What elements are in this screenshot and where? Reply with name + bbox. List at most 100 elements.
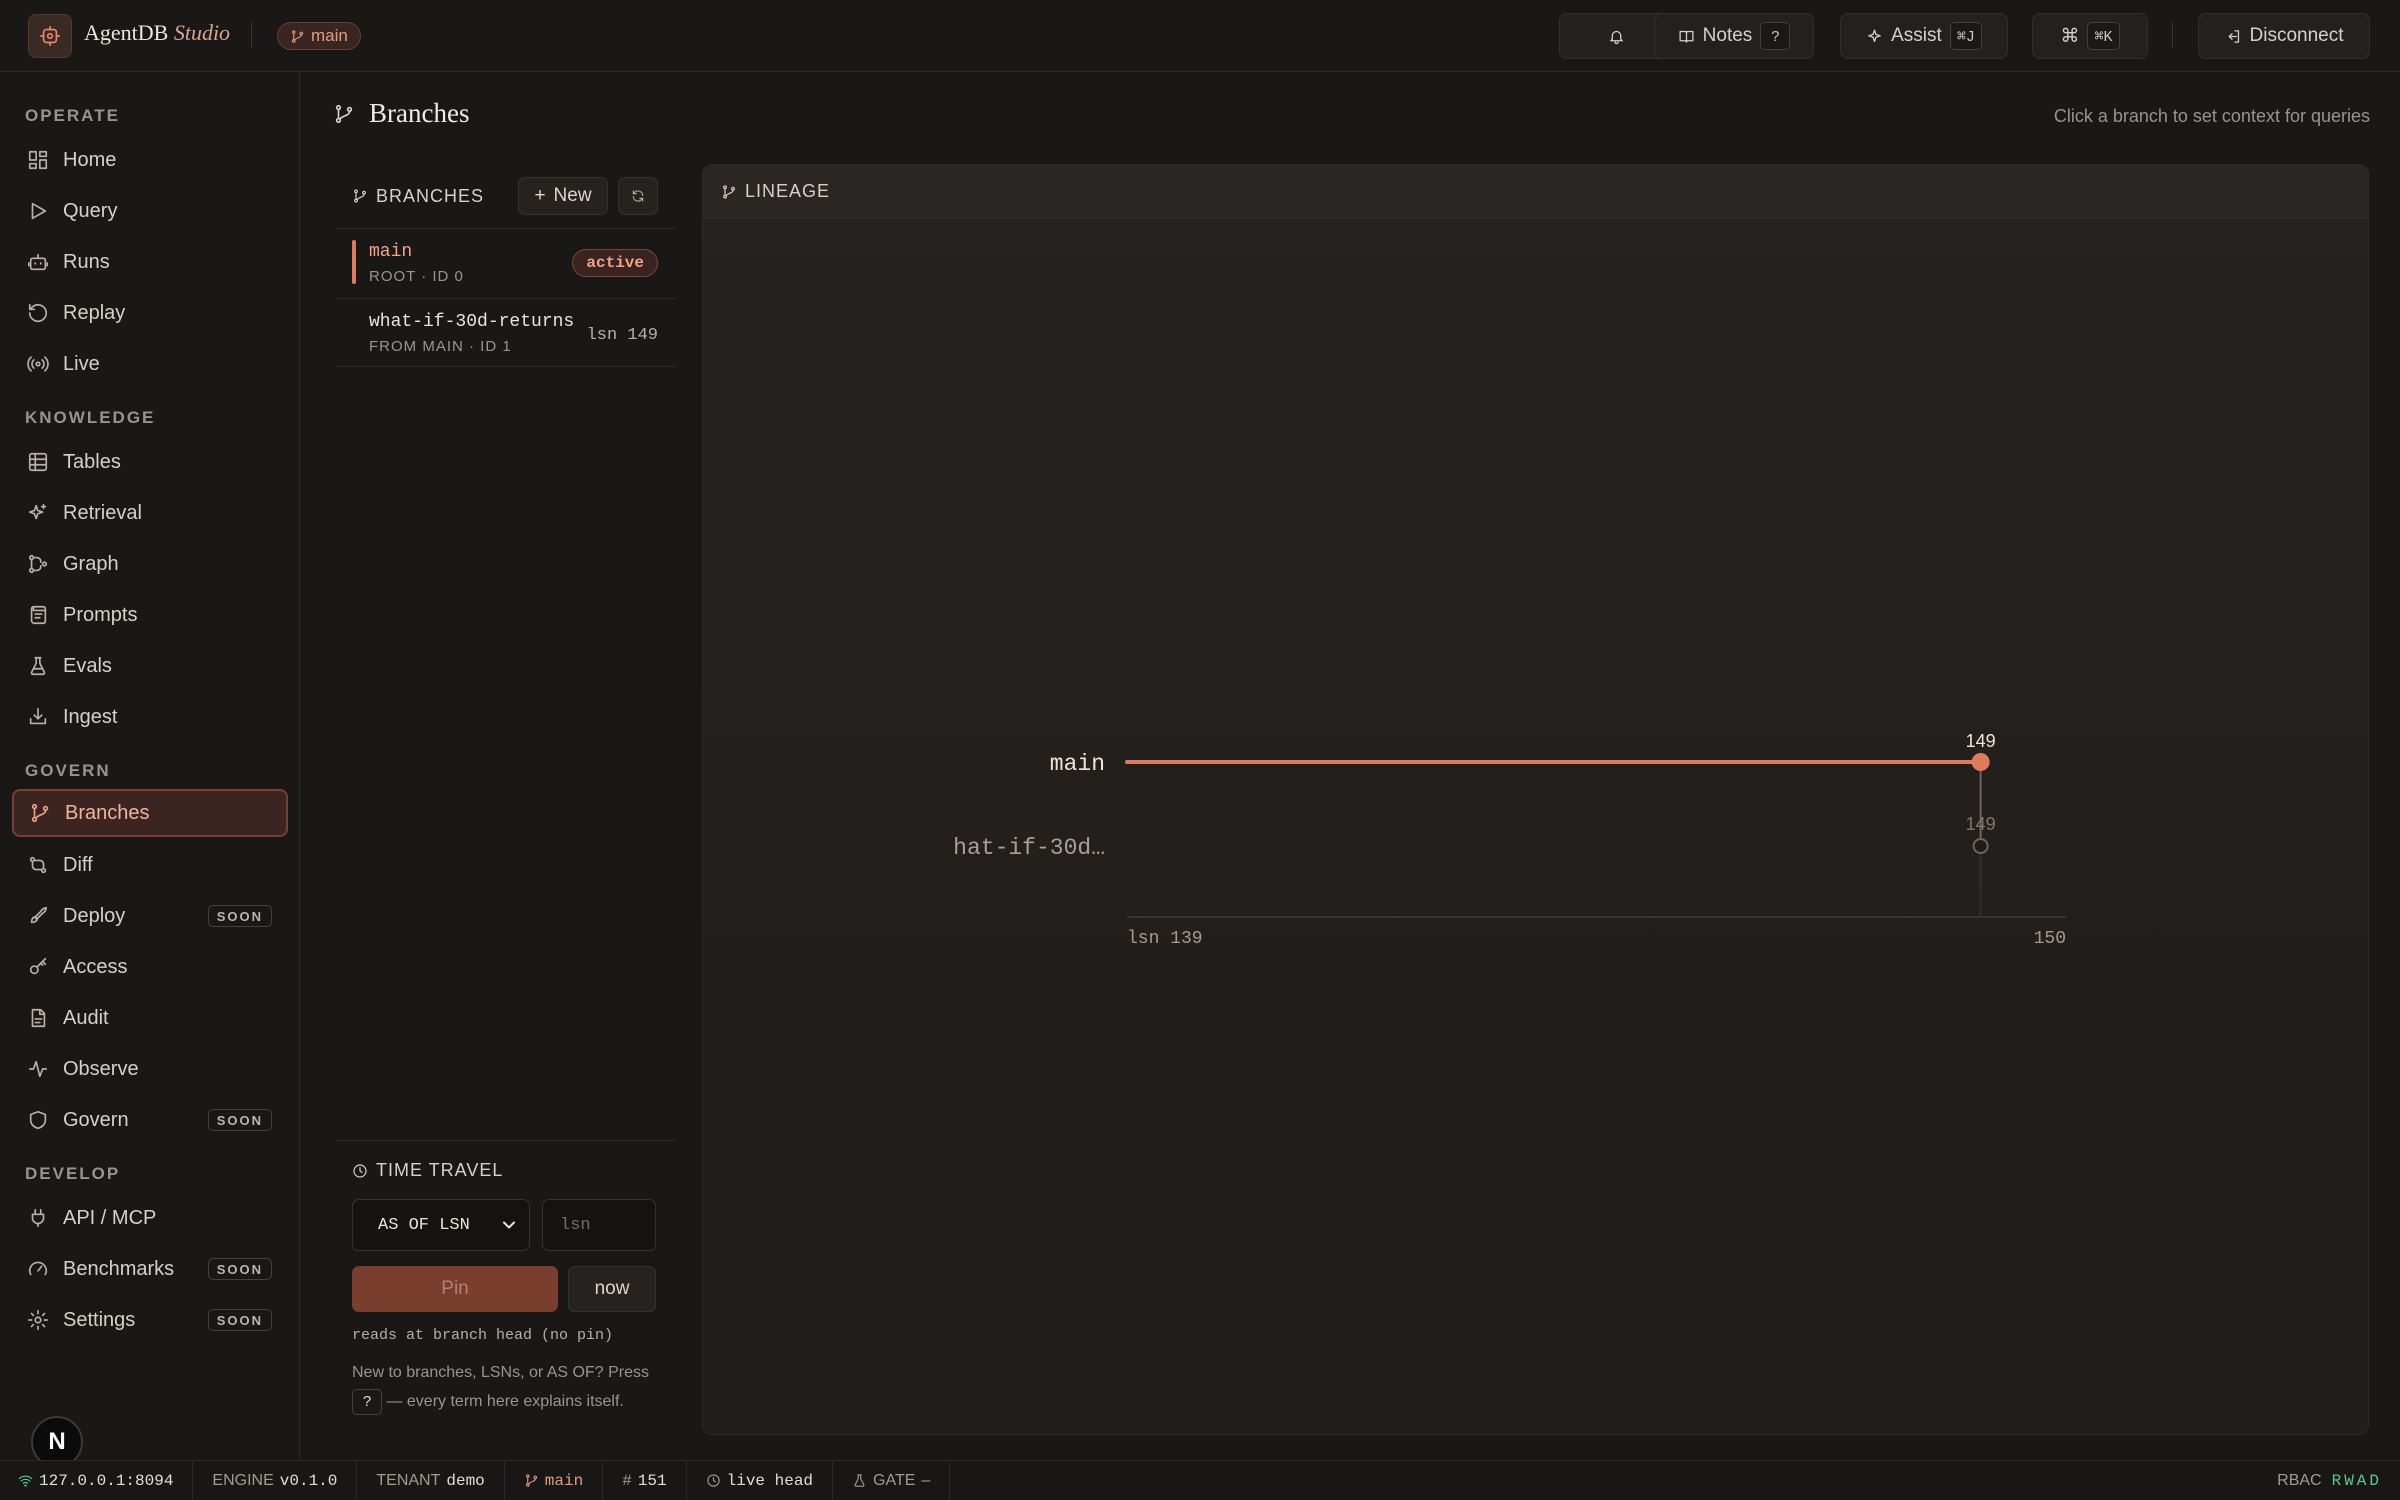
- engine-status: ENGINE v0.1.0: [193, 1461, 358, 1500]
- sidebar-item-branches[interactable]: Branches: [12, 789, 288, 837]
- engine-version: v0.1.0: [279, 1471, 338, 1490]
- head-value: live head: [726, 1471, 814, 1490]
- hash-icon: #: [622, 1471, 632, 1490]
- sidebar-item-label: Evals: [63, 654, 112, 677]
- branch-name: main: [369, 242, 413, 262]
- series-label-child: hat-if-30d…: [953, 835, 1105, 861]
- sidebar-item-label: Govern: [63, 1108, 129, 1131]
- chevron-down-icon: [499, 1215, 519, 1235]
- shield-icon: [29, 1110, 47, 1130]
- time-travel-status: reads at branch head (no pin): [352, 1327, 614, 1344]
- sidebar-item-ingest[interactable]: Ingest: [12, 693, 288, 741]
- git-branch-icon: [354, 189, 366, 203]
- sidebar-item-prompts[interactable]: Prompts: [12, 591, 288, 639]
- active-badge: active: [572, 249, 658, 277]
- connection-status: 127.0.0.1:8094: [0, 1461, 194, 1500]
- new-branch-button[interactable]: + New: [518, 177, 608, 215]
- document-icon: [31, 1008, 46, 1028]
- sidebar-item-benchmarks[interactable]: Benchmarks SOON: [12, 1245, 288, 1293]
- sidebar-item-tables[interactable]: Tables: [12, 438, 288, 486]
- sidebar-item-label: Prompts: [63, 603, 138, 626]
- sidebar-item-audit[interactable]: Audit: [12, 994, 288, 1042]
- pin-label: Pin: [441, 1278, 469, 1299]
- robot-icon: [28, 253, 48, 271]
- lineage-panel: LINEAGE lsn 139 150 149 149 main hat-if-30d…: [702, 164, 2369, 1435]
- git-branch-icon: [291, 29, 304, 43]
- branches-panel-header: BRANCHES + New: [336, 166, 676, 226]
- pin-button[interactable]: Pin: [352, 1266, 558, 1312]
- sidebar-item-deploy[interactable]: Deploy SOON: [12, 892, 288, 940]
- command-palette-button[interactable]: ⌘ ⌘K: [2032, 13, 2148, 59]
- rocket-icon: [30, 906, 48, 924]
- app-name: AgentDB Studio: [84, 20, 230, 46]
- page-title: Branches: [369, 98, 470, 128]
- sidebar-item-label: Live: [63, 352, 100, 375]
- sidebar-item-retrieval[interactable]: Retrieval: [12, 489, 288, 537]
- sidebar-item-home[interactable]: Home: [12, 136, 288, 184]
- notes-button[interactable]: Notes ?: [1654, 13, 1814, 59]
- disconnect-button[interactable]: Disconnect: [2198, 13, 2370, 59]
- top-divider-right: [2172, 22, 2173, 48]
- now-button[interactable]: now: [568, 1266, 656, 1312]
- branch-status[interactable]: main: [505, 1461, 604, 1500]
- sidebar-item-live[interactable]: Live: [12, 340, 288, 388]
- section-govern: GOVERN: [25, 761, 111, 780]
- logout-icon: [2228, 29, 2239, 43]
- help-shortcut[interactable]: ?: [352, 1388, 382, 1415]
- branch-meta: FROM MAIN · ID 1: [369, 338, 512, 355]
- activity-icon: [28, 1060, 48, 1078]
- top-divider: [251, 22, 252, 48]
- lsn-input[interactable]: lsn: [542, 1199, 656, 1251]
- branch-row-main[interactable]: main ROOT · ID 0 active: [336, 230, 676, 298]
- x-tick-label: 150: [2034, 929, 2066, 949]
- brand-logo-icon[interactable]: [28, 14, 72, 58]
- lineage-chart: lsn 139 150 149 149 main hat-if-30d…: [953, 731, 2066, 949]
- section-knowledge: KNOWLEDGE: [25, 408, 156, 427]
- sidebar-item-query[interactable]: Query: [12, 187, 288, 235]
- sidebar-item-label: Settings: [63, 1308, 136, 1331]
- replay-icon: [28, 303, 48, 323]
- sidebar-item-graph[interactable]: Graph: [12, 540, 288, 588]
- sidebar-item-observe[interactable]: Observe: [12, 1045, 288, 1093]
- host-address: 127.0.0.1:8094: [39, 1471, 174, 1490]
- current-branch-chip[interactable]: main: [277, 22, 361, 50]
- sidebar-item-settings[interactable]: Settings SOON: [12, 1296, 288, 1344]
- plus-icon: +: [534, 185, 546, 206]
- section-develop: DEVELOP: [25, 1164, 121, 1183]
- status-branch: main: [544, 1471, 584, 1490]
- assist-button[interactable]: Assist ⌘J: [1840, 13, 2008, 59]
- broadcast-icon: [27, 356, 49, 372]
- dashboard-icon: [28, 150, 48, 170]
- branch-meta: ROOT · ID 0: [369, 268, 464, 285]
- sidebar-item-runs[interactable]: Runs: [12, 238, 288, 286]
- branch-row-what-if-30d-returns[interactable]: what-if-30d-returns FROM MAIN · ID 1 lsn…: [336, 300, 676, 368]
- sidebar-item-api-mcp[interactable]: API / MCP: [12, 1194, 288, 1242]
- sidebar-item-label: Retrieval: [63, 501, 142, 524]
- clock-icon: [706, 1474, 720, 1487]
- point-label-main: 149: [1966, 731, 1996, 751]
- sidebar-item-label: Observe: [63, 1057, 139, 1080]
- bell-icon: [1609, 30, 1623, 44]
- wifi-icon: [18, 1475, 33, 1487]
- sidebar: OPERATE Home Query Runs Replay Live KNOW…: [0, 72, 300, 1460]
- sidebar-item-govern[interactable]: Govern SOON: [12, 1096, 288, 1144]
- sidebar-item-access[interactable]: Access: [12, 943, 288, 991]
- gate-value: –: [921, 1471, 931, 1489]
- status-bar: 127.0.0.1:8094 ENGINE v0.1.0 TENANT demo…: [0, 1460, 2400, 1500]
- sidebar-item-label: Ingest: [63, 705, 118, 728]
- time-travel-mode-select[interactable]: AS OF LSN: [352, 1199, 530, 1251]
- sidebar-item-evals[interactable]: Evals: [12, 642, 288, 690]
- clock-icon: [353, 1163, 367, 1178]
- sidebar-item-label: Tables: [63, 450, 121, 473]
- time-travel-header: TIME TRAVEL: [352, 1160, 503, 1181]
- refresh-button[interactable]: [618, 177, 658, 215]
- disconnect-label: Disconnect: [2249, 25, 2344, 46]
- soon-badge: SOON: [207, 905, 272, 927]
- time-travel-title: TIME TRAVEL: [376, 1160, 504, 1180]
- tenant-status: TENANT demo: [357, 1461, 505, 1500]
- sidebar-item-label: Replay: [63, 301, 126, 324]
- now-label: now: [594, 1278, 630, 1299]
- sidebar-item-replay[interactable]: Replay: [12, 289, 288, 337]
- tenant-value: demo: [446, 1471, 485, 1490]
- sidebar-item-diff[interactable]: Diff: [12, 841, 288, 889]
